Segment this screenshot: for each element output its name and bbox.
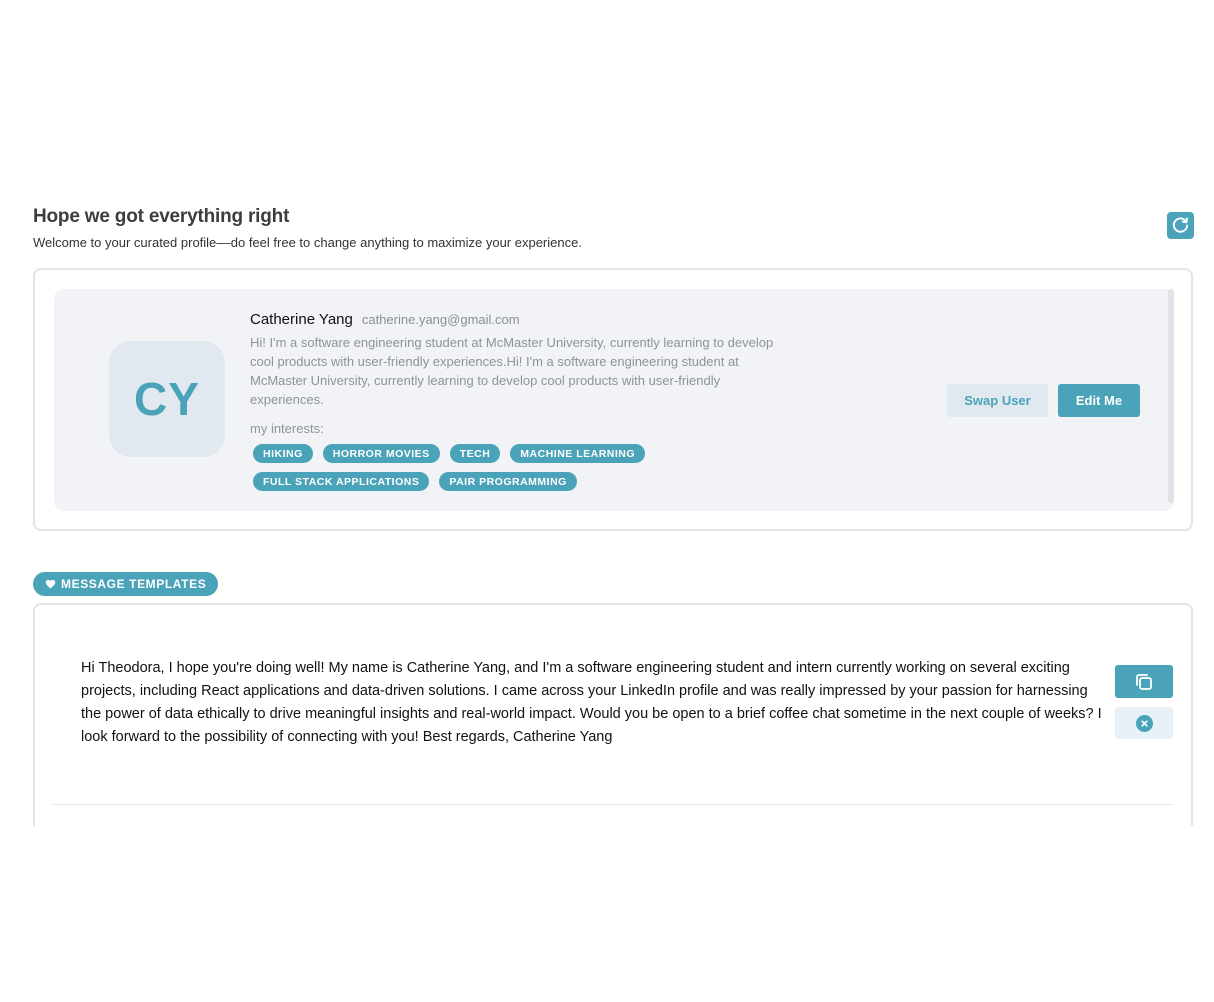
profile-header: Hope we got everything right Welcome to … [33, 206, 1194, 254]
heart-icon [45, 579, 56, 589]
interest-tag: FULL STACK APPLICATIONS [253, 472, 430, 491]
profile-card: CY Catherine Yang catherine.yang@gmail.c… [54, 289, 1174, 511]
profile-email: catherine.yang@gmail.com [361, 312, 520, 327]
message-templates-label: MESSAGE TEMPLATES [33, 572, 219, 596]
copy-icon [1136, 673, 1152, 690]
refresh-button[interactable] [1167, 212, 1194, 239]
delete-template-button[interactable] [1115, 707, 1173, 739]
profile-info: Catherine Yang catherine.yang@gmail.com … [250, 311, 780, 491]
message-templates-title: MESSAGE TEMPLATES [61, 577, 207, 591]
interest-tag: PAIR PROGRAMMING [439, 472, 577, 491]
scrollbar[interactable] [1168, 289, 1174, 503]
interest-tag: HIKING [253, 444, 313, 463]
interest-tag: TECH [449, 444, 501, 463]
close-icon [1135, 714, 1153, 732]
edit-me-button[interactable]: Edit Me [1058, 384, 1140, 417]
interest-tags: HIKING HORROR MOVIES TECH MACHINE LEARNI… [250, 444, 670, 491]
interest-tag: HORROR MOVIES [322, 444, 440, 463]
profile-name: Catherine Yang [250, 311, 353, 328]
templates-list: Hi Theodora, I hope you're doing well! M… [33, 603, 1193, 826]
template-message-text[interactable]: Hi Theodora, I hope you're doing well! M… [81, 657, 1111, 749]
interests-label: my interests: [250, 421, 324, 436]
avatar-initials: CY [134, 373, 200, 425]
profile-section: CY Catherine Yang catherine.yang@gmail.c… [33, 268, 1193, 531]
avatar: CY [109, 341, 225, 457]
profile-bio: Hi! I'm a software engineering student a… [250, 335, 774, 407]
refresh-icon [1172, 217, 1189, 233]
page-subtitle: Welcome to your curated profile––do feel… [33, 235, 582, 250]
copy-template-button[interactable] [1115, 665, 1173, 698]
interest-tag: MACHINE LEARNING [510, 444, 646, 463]
template-divider [53, 804, 1173, 805]
page-title: Hope we got everything right [33, 206, 290, 227]
swap-user-button[interactable]: Swap User [947, 384, 1048, 417]
